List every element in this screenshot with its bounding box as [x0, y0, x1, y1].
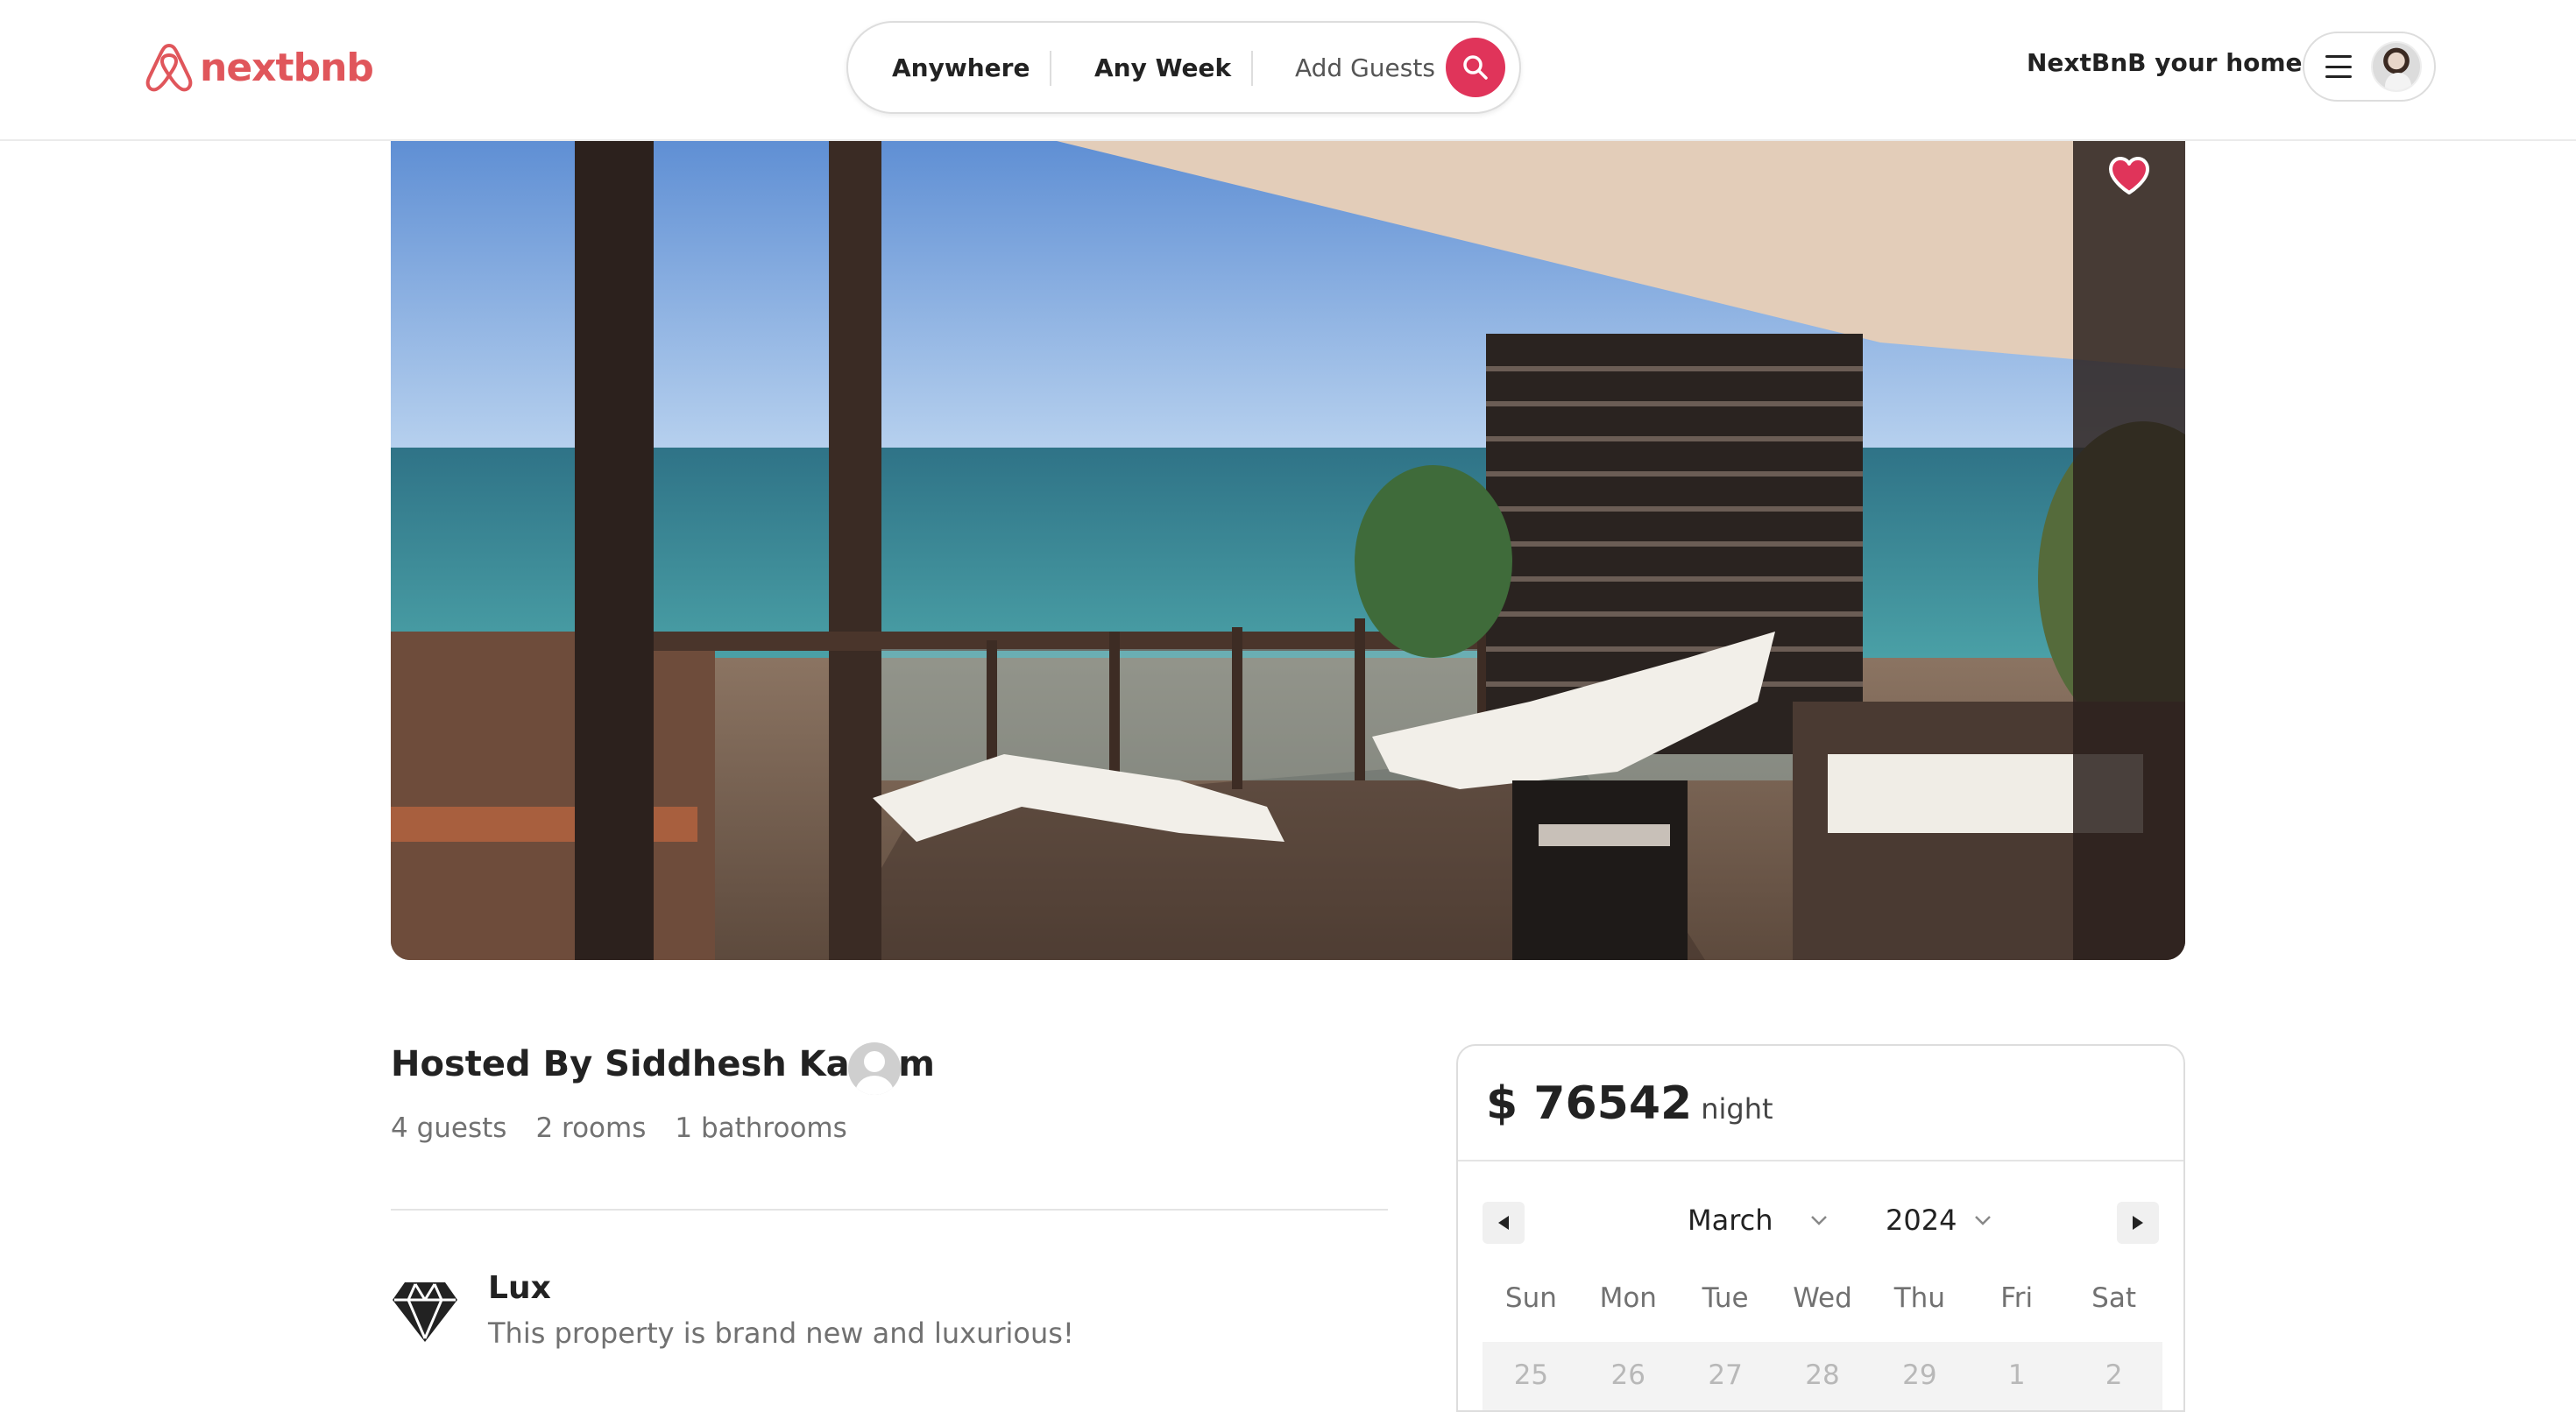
booking-divider — [1458, 1160, 2183, 1161]
user-avatar — [2371, 41, 2422, 92]
search-bar[interactable]: Anywhere Any Week Add Guests — [846, 21, 1521, 114]
top-navbar: nextbnb Anywhere Any Week Add Guests Nex… — [0, 0, 2576, 141]
weekday-label: Tue — [1702, 1282, 1749, 1314]
search-anywhere-button[interactable]: Anywhere — [892, 53, 1030, 82]
heart-icon[interactable] — [2107, 154, 2151, 198]
feature-description: This property is brand new and luxurious… — [488, 1317, 1074, 1350]
calendar-week-row: 25 26 27 28 29 1 2 — [1483, 1342, 2162, 1410]
user-menu-button[interactable] — [2303, 32, 2436, 102]
calendar-day[interactable]: 28 — [1774, 1359, 1872, 1410]
host-your-home-link[interactable]: NextBnB your home — [2027, 48, 2303, 77]
weekday-label: Sun — [1504, 1282, 1557, 1314]
nightly-price: $ 76542 — [1486, 1077, 1693, 1130]
calendar-next-month-button[interactable] — [2117, 1202, 2159, 1244]
per-night-label: night — [1701, 1092, 1773, 1126]
calendar-day[interactable]: 27 — [1677, 1359, 1774, 1410]
diamond-icon — [393, 1282, 457, 1342]
calendar-weekday-header: Sun Mon Tue Wed Thu Fri Sat — [1483, 1282, 2162, 1314]
listing-hero-image — [391, 141, 2185, 960]
airbnb-logo-icon — [145, 44, 193, 92]
year-value: 2024 — [1886, 1204, 1957, 1237]
booking-card: $ 76542 night March 2024 Sun Mon Tue Wed… — [1456, 1044, 2185, 1412]
month-select[interactable]: March — [1688, 1204, 1828, 1237]
section-divider — [391, 1209, 1388, 1211]
calendar-day[interactable]: 25 — [1483, 1359, 1580, 1410]
feature-title: Lux — [488, 1270, 551, 1306]
balcony-sea-view-photo — [391, 141, 2185, 960]
chevron-down-icon — [1975, 1216, 1992, 1225]
weekday-label: Mon — [1599, 1282, 1657, 1314]
weekday-label: Sat — [2091, 1282, 2136, 1314]
weekday-label: Fri — [2000, 1282, 2034, 1314]
search-divider — [1050, 51, 1051, 86]
weekday-label: Wed — [1793, 1282, 1852, 1314]
hamburger-menu-icon — [2325, 55, 2352, 78]
logo[interactable]: nextbnb — [144, 37, 374, 98]
host-avatar — [848, 1042, 901, 1095]
price-row: $ 76542 night — [1486, 1077, 1773, 1130]
year-select[interactable]: 2024 — [1886, 1204, 1992, 1237]
weekday-label: Thu — [1893, 1282, 1945, 1314]
guests-count: 4 guests — [391, 1112, 507, 1144]
calendar-day[interactable]: 29 — [1871, 1359, 1968, 1410]
search-divider — [1251, 51, 1253, 86]
chevron-down-icon — [1810, 1216, 1827, 1225]
caret-right-icon — [2133, 1216, 2143, 1230]
month-value: March — [1688, 1204, 1773, 1237]
search-icon — [1463, 55, 1488, 80]
listing-stats: 4 guests 2 rooms 1 bathrooms — [391, 1112, 847, 1144]
logo-text: nextbnb — [200, 45, 374, 90]
bathrooms-count: 1 bathrooms — [675, 1112, 847, 1144]
search-button[interactable] — [1446, 38, 1505, 97]
caret-left-icon — [1498, 1216, 1509, 1230]
search-add-guests-button[interactable]: Add Guests — [1295, 53, 1435, 82]
calendar-day[interactable]: 26 — [1580, 1359, 1677, 1410]
search-any-week-button[interactable]: Any Week — [1094, 53, 1231, 82]
calendar-day[interactable]: 1 — [1968, 1359, 2065, 1410]
calendar-day[interactable]: 2 — [2065, 1359, 2162, 1410]
rooms-count: 2 rooms — [535, 1112, 647, 1144]
calendar-prev-month-button[interactable] — [1483, 1202, 1525, 1244]
